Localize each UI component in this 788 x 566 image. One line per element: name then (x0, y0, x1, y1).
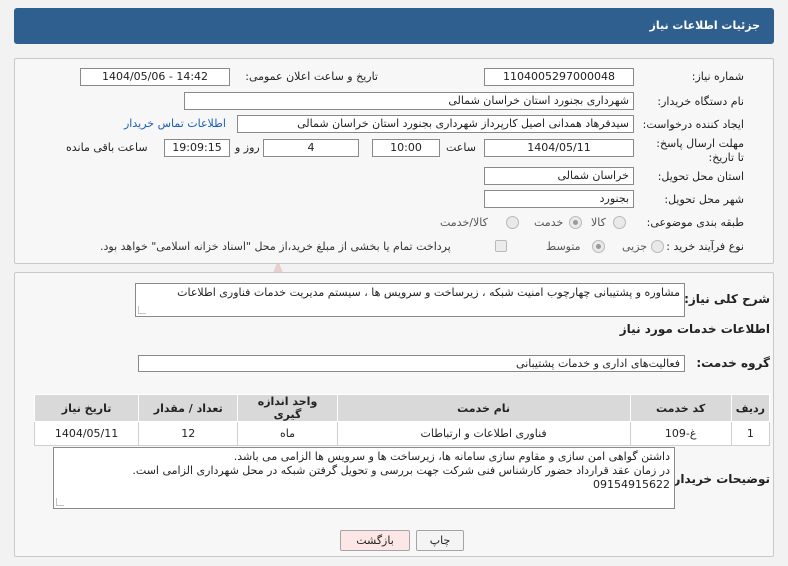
cell-service-name: فناوری اطلاعات و ارتباطات (336, 421, 631, 446)
category-label: طبقه بندی موضوعی: (646, 216, 744, 229)
buyer-notes-textarea[interactable]: داشتن گواهی امن سازی و مقاوم سازی سامانه… (53, 447, 675, 509)
column-header-quantity: تعداد / مقدار (138, 394, 239, 422)
category-option-goods-service: کالا/خدمت (440, 216, 488, 229)
buyer-notes-label: توضیحات خریدار: (668, 472, 770, 486)
deadline-time-field: 10:00 (372, 139, 440, 157)
treasury-payment-note: پرداخت تمام یا بخشی از مبلغ خرید،از محل … (100, 240, 451, 253)
category-option-goods: کالا (591, 216, 606, 229)
process-type-label: نوع فرآیند خرید : (666, 240, 744, 253)
resize-grip-icon (138, 306, 146, 314)
summary-text: مشاوره و پشتیبانی چهارچوب امنیت شبکه ، ز… (177, 286, 680, 299)
buyer-notes-line: در زمان عقد قرارداد حضور کارشناس فنی شرک… (132, 464, 670, 477)
summary-label: شرح کلی نیاز: (684, 292, 770, 306)
resize-grip-icon (56, 498, 64, 506)
column-header-need-date: تاریخ نیاز (33, 394, 140, 422)
column-header-row-number: ردیف (730, 394, 771, 422)
city-label: شهر محل تحویل: (664, 193, 744, 206)
announce-date-label: تاریخ و ساعت اعلان عمومی: (245, 70, 378, 83)
process-option-minor: جزیی (622, 240, 648, 253)
page-header: جزئیات اطلاعات نیاز (14, 8, 774, 44)
cell-need-date: 1404/05/11 (33, 421, 140, 446)
remaining-time-label: ساعت باقی مانده (66, 141, 148, 154)
column-header-service-name: نام خدمت (336, 394, 631, 422)
buyer-contact-link[interactable]: اطلاعات تماس خریدار (124, 117, 226, 130)
cell-quantity: 12 (138, 421, 239, 446)
creator-label: ایجاد کننده درخواست: (642, 118, 744, 131)
table-header-row: ردیف کد خدمت نام خدمت واحد اندازه گیری ت… (33, 394, 771, 422)
category-radio-goods-service[interactable] (506, 216, 519, 229)
category-radio-service[interactable] (569, 216, 582, 229)
column-header-service-code: کد خدمت (629, 394, 732, 422)
treasury-checkbox[interactable] (495, 240, 507, 252)
cell-row-number: 1 (730, 421, 771, 446)
deadline-time-label: ساعت (446, 141, 476, 154)
buyer-org-field: شهرداری بجنورد استان خراسان شمالی (184, 92, 634, 110)
cell-unit: ماه (237, 421, 338, 446)
back-button[interactable]: بازگشت (340, 530, 410, 551)
category-radio-goods[interactable] (613, 216, 626, 229)
province-label: استان محل تحویل: (657, 170, 744, 183)
need-number-field: 1104005297000048 (484, 68, 634, 86)
service-group-field: فعالیت‌های اداری و خدمات پشتیبانی (138, 355, 685, 372)
remaining-time-field: 19:09:15 (164, 139, 230, 157)
province-field: خراسان شمالی (484, 167, 634, 185)
column-header-unit: واحد اندازه گیری (237, 394, 338, 422)
service-group-label: گروه خدمت: (696, 356, 770, 370)
table-row: 1 غ-109 فناوری اطلاعات و ارتباطات ماه 12… (33, 421, 771, 446)
process-radio-minor[interactable] (651, 240, 664, 253)
cell-service-code: غ-109 (629, 421, 732, 446)
summary-textarea[interactable]: مشاوره و پشتیبانی چهارچوب امنیت شبکه ، ز… (135, 283, 685, 317)
city-field: بجنورد (484, 190, 634, 208)
remaining-days-field: 4 (263, 139, 359, 157)
announce-date-field: 1404/05/06 - 14:42 (80, 68, 230, 86)
buyer-notes-line: داشتن گواهی امن سازی و مقاوم سازی سامانه… (233, 450, 670, 463)
services-section-title: اطلاعات خدمات مورد نیاز (619, 322, 770, 336)
category-option-service: خدمت (534, 216, 564, 229)
process-radio-medium[interactable] (592, 240, 605, 253)
buyer-org-label: نام دستگاه خریدار: (657, 95, 744, 108)
print-button[interactable]: چاپ (416, 530, 464, 551)
remaining-days-label: روز و (235, 141, 260, 154)
deadline-label: مهلت ارسال پاسخ: تا تاریخ: (656, 137, 744, 164)
deadline-date-field: 1404/05/11 (484, 139, 634, 157)
creator-field: سیدفرهاد همدانی اصیل کارپرداز شهرداری بج… (237, 115, 634, 133)
services-table: ردیف کد خدمت نام خدمت واحد اندازه گیری ت… (33, 394, 771, 446)
process-option-medium: متوسط (546, 240, 581, 253)
buyer-notes-line: 09154915622 (593, 478, 670, 491)
need-number-label: شماره نیاز: (691, 70, 744, 83)
page-title: جزئیات اطلاعات نیاز (649, 19, 761, 32)
